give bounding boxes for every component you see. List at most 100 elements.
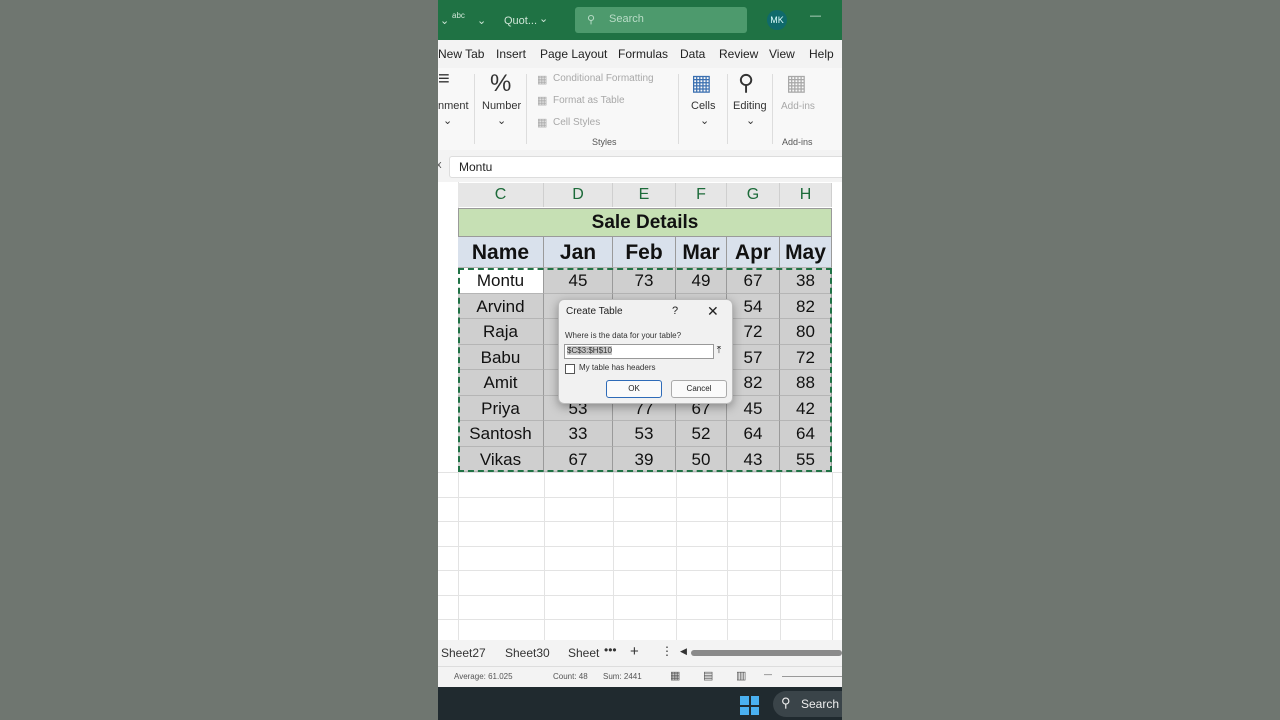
column-header-e[interactable]: E [613, 183, 676, 207]
tab-review[interactable]: Review [719, 47, 758, 61]
column-header-h[interactable]: H [780, 183, 832, 207]
sale-details-title[interactable]: Sale Details [458, 208, 832, 237]
taskbar-search[interactable]: ⚲ Search [773, 691, 842, 717]
value-cell[interactable]: 57 [727, 344, 780, 370]
search-box[interactable]: ⚲ Search [575, 7, 747, 33]
table-header-cell[interactable]: Feb [613, 237, 676, 268]
cells-button[interactable]: Cells [691, 100, 715, 112]
name-cell[interactable]: Montu [458, 268, 544, 294]
value-cell[interactable]: 43 [727, 446, 780, 472]
tab-formulas[interactable]: Formulas [618, 47, 668, 61]
zoom-slider[interactable] [782, 676, 842, 677]
value-cell[interactable]: 53 [613, 421, 676, 447]
formula-input[interactable]: Montu [449, 156, 842, 178]
page-layout-view-icon[interactable]: ▤ [703, 669, 713, 682]
worksheet-grid[interactable]: C D E F G H Sale Details Name Jan Feb Mar Ap… [438, 182, 842, 640]
tab-insert[interactable]: Insert [496, 47, 526, 61]
value-cell[interactable]: 38 [780, 268, 832, 294]
name-cell[interactable]: Amit [458, 370, 544, 396]
minimize-icon[interactable]: — [810, 10, 821, 22]
name-cell[interactable]: Vikas [458, 446, 544, 472]
name-cell[interactable]: Arvind [458, 293, 544, 319]
table-header-cell[interactable]: Mar [676, 237, 727, 268]
value-cell[interactable]: 52 [676, 421, 727, 447]
tab-help[interactable]: Help [809, 47, 834, 61]
value-cell[interactable]: 72 [727, 319, 780, 345]
name-cell[interactable]: Priya [458, 395, 544, 421]
value-cell[interactable]: 72 [780, 344, 832, 370]
format-as-table-button[interactable]: Format as Table [553, 95, 625, 106]
tab-data[interactable]: Data [680, 47, 705, 61]
value-cell[interactable]: 50 [676, 446, 727, 472]
fx-icon[interactable]: x [438, 159, 442, 171]
table-header-cell[interactable]: Apr [727, 237, 780, 268]
number-button[interactable]: Number [482, 100, 521, 112]
headers-checkbox-label[interactable]: My table has headers [579, 363, 656, 372]
value-cell[interactable]: 42 [780, 395, 832, 421]
close-icon[interactable]: ✕ [707, 303, 719, 320]
column-header-c[interactable]: C [458, 183, 544, 207]
conditional-formatting-button[interactable]: Conditional Formatting [553, 73, 654, 84]
document-title[interactable]: Quot... [504, 15, 537, 27]
help-icon[interactable]: ? [672, 305, 678, 317]
range-input[interactable]: $C$3:$H$10 [564, 344, 714, 359]
tab-view[interactable]: View [769, 47, 795, 61]
editing-button[interactable]: Editing [733, 100, 767, 112]
value-cell[interactable]: 49 [676, 268, 727, 294]
align-left-icon[interactable]: ≡ [438, 69, 450, 89]
name-cell[interactable]: Santosh [458, 421, 544, 447]
column-header-d[interactable]: D [544, 183, 613, 207]
cancel-button[interactable]: Cancel [671, 380, 727, 398]
name-cell[interactable]: Raja [458, 319, 544, 345]
value-cell[interactable]: 45 [727, 395, 780, 421]
horizontal-scrollbar[interactable] [691, 650, 842, 656]
name-cell[interactable]: Babu [458, 344, 544, 370]
editing-search-icon[interactable]: ⚲ [738, 70, 754, 96]
normal-view-icon[interactable]: ▦ [670, 669, 680, 682]
windows-start-icon[interactable] [740, 696, 759, 715]
value-cell[interactable]: 54 [727, 293, 780, 319]
value-cell[interactable]: 45 [544, 268, 613, 294]
page-break-view-icon[interactable]: ▥ [736, 669, 746, 682]
value-cell[interactable]: 82 [727, 370, 780, 396]
value-cell[interactable]: 67 [727, 268, 780, 294]
sheet-options-icon[interactable]: ⋮ [661, 644, 673, 658]
scroll-left-icon[interactable]: ◀ [680, 646, 687, 657]
spelling-icon[interactable]: abc [452, 11, 465, 20]
value-cell[interactable]: 55 [780, 446, 832, 472]
table-header-cell[interactable]: Name [458, 237, 544, 268]
value-cell[interactable]: 33 [544, 421, 613, 447]
avatar[interactable]: MK [767, 10, 787, 30]
value-cell[interactable]: 88 [780, 370, 832, 396]
table-header-cell[interactable]: May [780, 237, 832, 268]
column-header-f[interactable]: F [676, 183, 727, 207]
tab-new-tab[interactable]: New Tab [438, 47, 484, 61]
sheet-tab-sheet27[interactable]: Sheet27 [441, 646, 486, 660]
more-sheets-icon[interactable]: ••• [604, 643, 617, 657]
headers-checkbox[interactable] [565, 364, 575, 374]
undo-icon[interactable]: ⌄ [440, 14, 449, 27]
add-sheet-icon[interactable]: + [630, 643, 639, 660]
value-cell[interactable]: 82 [780, 293, 832, 319]
value-cell[interactable]: 39 [613, 446, 676, 472]
alignment-button[interactable]: nment [438, 100, 469, 112]
value-cell[interactable]: 64 [727, 421, 780, 447]
tab-page-layout[interactable]: Page Layout [540, 47, 607, 61]
value-cell[interactable]: 80 [780, 319, 832, 345]
percent-icon[interactable]: % [490, 70, 511, 98]
customize-toolbar-icon[interactable]: ⌄ [477, 14, 486, 27]
column-header-g[interactable]: G [727, 183, 780, 207]
addins-button[interactable]: Add-ins [781, 101, 815, 112]
cell-styles-button[interactable]: Cell Styles [553, 117, 600, 128]
sheet-tab-sheet[interactable]: Sheet [568, 646, 599, 660]
value-cell[interactable]: 73 [613, 268, 676, 294]
table-header-cell[interactable]: Jan [544, 237, 613, 268]
value-cell[interactable]: 64 [780, 421, 832, 447]
value-cell[interactable]: 67 [544, 446, 613, 472]
cells-icon[interactable]: ▦ [691, 70, 712, 96]
ok-button[interactable]: OK [606, 380, 662, 398]
collapse-dialog-icon[interactable]: ⤒ [712, 344, 726, 358]
title-chevron-icon[interactable]: ⌄ [539, 12, 548, 25]
zoom-out-icon[interactable]: — [764, 670, 772, 679]
sheet-tab-sheet30[interactable]: Sheet30 [505, 646, 550, 660]
